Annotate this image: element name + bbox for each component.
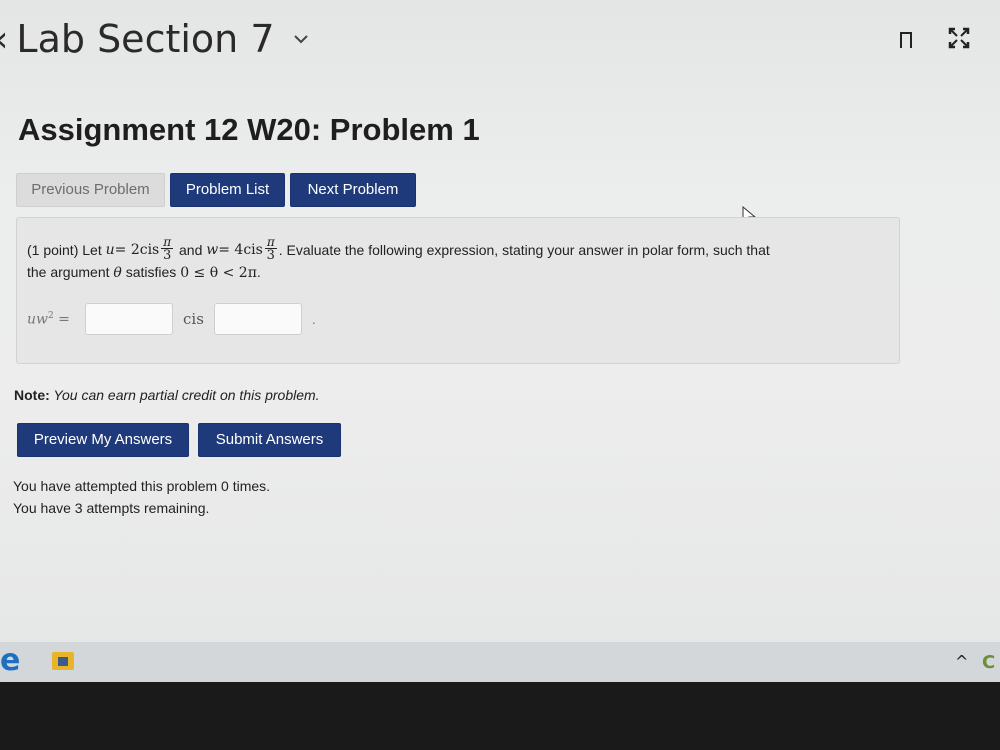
- question-line-2: the argument θ satisfies 0 ≤ θ < 2π.: [27, 264, 261, 281]
- problem-statement-box: (1 point) Let u = 2cis π 3 and w = 4cis …: [16, 217, 900, 364]
- note-label: Note:: [14, 387, 50, 403]
- note-text: You can earn partial credit on this prob…: [49, 387, 320, 403]
- modulus-input[interactable]: [85, 303, 173, 335]
- math-inequality: 0 ≤ θ < 2π: [180, 265, 257, 281]
- chevron-left-icon[interactable]: ‹: [0, 19, 8, 60]
- answer-row: uw2 = cis .: [27, 302, 316, 336]
- and-text: and: [175, 241, 207, 258]
- chevron-down-icon[interactable]: [293, 29, 309, 50]
- cis-label: cis: [183, 310, 204, 328]
- math-u: u: [105, 241, 115, 258]
- preview-answers-button[interactable]: Preview My Answers: [17, 423, 189, 457]
- attempted-text: You have attempted this problem 0 times.: [13, 478, 271, 494]
- section-title: Lab Section 7: [16, 17, 275, 61]
- question-rest: . Evaluate the following expression, sta…: [278, 241, 770, 258]
- page-title: Assignment 12 W20: Problem 1: [18, 112, 480, 147]
- question-line-1: (1 point) Let u = 2cis π 3 and w = 4cis …: [27, 236, 770, 263]
- attempts-status: You have attempted this problem 0 times.…: [13, 475, 270, 519]
- expand-icon[interactable]: [948, 27, 970, 49]
- fraction-pi-over-3: π 3: [161, 235, 174, 263]
- argument-input[interactable]: [213, 303, 302, 335]
- tray-app-icon[interactable]: C: [982, 652, 995, 673]
- points-text: (1 point) Let: [27, 241, 102, 258]
- os-taskbar: e ^ C: [0, 642, 1000, 682]
- monitor-bezel: [0, 682, 1000, 750]
- fraction-pi-over-3: π 3: [264, 235, 277, 263]
- answer-label: uw2 =: [27, 310, 70, 328]
- file-explorer-icon[interactable]: [52, 652, 74, 670]
- lab-section-selector[interactable]: ‹ Lab Section 7: [0, 14, 309, 64]
- bookmark-icon[interactable]: [900, 32, 912, 49]
- top-bar: ‹ Lab Section 7: [0, 0, 1000, 80]
- page: ‹ Lab Section 7 Assignment 12 W20: Probl…: [0, 0, 1000, 642]
- edge-browser-icon[interactable]: e: [0, 646, 20, 676]
- tray-chevron-up-icon[interactable]: ^: [955, 652, 968, 671]
- submit-answers-button[interactable]: Submit Answers: [198, 423, 341, 457]
- previous-problem-button[interactable]: Previous Problem: [16, 173, 165, 207]
- problem-list-button[interactable]: Problem List: [170, 173, 285, 207]
- math-w: w: [206, 241, 219, 258]
- math-theta: θ: [113, 265, 122, 281]
- math-eq-1: = 2cis: [114, 241, 160, 258]
- next-problem-button[interactable]: Next Problem: [290, 173, 416, 207]
- remaining-text: You have 3 attempts remaining.: [13, 500, 210, 516]
- partial-credit-note: Note: You can earn partial credit on thi…: [14, 387, 320, 403]
- math-eq-2: = 4cis: [218, 241, 263, 258]
- answer-period: .: [311, 311, 316, 327]
